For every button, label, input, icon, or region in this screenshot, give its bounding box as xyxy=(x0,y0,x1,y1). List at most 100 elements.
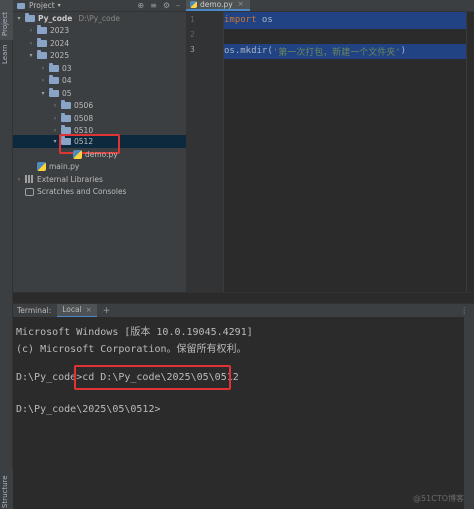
project-path: D:\Py_code xyxy=(78,13,120,23)
terminal-output[interactable]: Microsoft Windows [版本 10.0.19045.4291] (… xyxy=(13,317,474,509)
tree-item-2023[interactable]: › 2023 xyxy=(13,25,186,38)
chevron-down-icon[interactable]: ▾ xyxy=(58,2,61,9)
tree-item-label: Py_code xyxy=(38,13,73,23)
tree-item-label: demo.py xyxy=(85,149,118,159)
collapse-icon[interactable]: ≡ xyxy=(150,1,157,10)
folder-icon xyxy=(49,75,59,85)
line-number: 1 xyxy=(190,15,195,24)
tree-item-label: main.py xyxy=(49,162,80,172)
tree-item-0506[interactable]: › 0506 xyxy=(13,100,186,113)
chevron-right-icon[interactable]: › xyxy=(51,127,59,134)
tree-item-0508[interactable]: › 0508 xyxy=(13,112,186,125)
code-line-1[interactable]: import os xyxy=(224,13,273,27)
chevron-down-icon[interactable]: ▾ xyxy=(27,52,35,59)
tree-item-label: External Libraries xyxy=(37,174,103,184)
editor-right-strip xyxy=(466,12,474,292)
terminal-line: Microsoft Windows [版本 10.0.19045.4291] xyxy=(16,327,253,338)
library-icon xyxy=(25,175,34,184)
tree-item-label: 03 xyxy=(62,63,72,73)
python-file-icon xyxy=(37,162,46,172)
identifier: os xyxy=(256,15,273,25)
annotation-box xyxy=(74,365,231,390)
watermark: @51CTO博客 xyxy=(413,494,464,503)
tree-item-label: 2023 xyxy=(50,26,70,36)
tree-item-label: 0506 xyxy=(74,101,94,111)
folder-icon xyxy=(61,112,71,122)
terminal-line: (c) Microsoft Corporation。保留所有权利。 xyxy=(16,344,247,355)
line-gutter: 1 2 3 xyxy=(186,12,224,292)
project-tool-label: Project xyxy=(1,12,9,36)
folder-icon xyxy=(25,12,35,22)
folder-icon xyxy=(37,37,47,47)
tree-item-scratches[interactable]: Scratches and Consoles xyxy=(13,186,186,199)
project-panel: Project ▾ ⊕ ≡ ⚙ – ▾ Py_code D:\Py_code ›… xyxy=(13,0,186,292)
folder-icon xyxy=(49,87,59,97)
tool-window-strip: Project Learn Structure xyxy=(0,0,13,509)
terminal-prompt[interactable]: D:\Py_code\2025\05\0512> xyxy=(16,404,161,415)
structure-tool-label: Structure xyxy=(1,475,9,508)
tree-item-label: Scratches and Consoles xyxy=(37,187,127,197)
folder-icon xyxy=(37,25,47,35)
tab-label: Local xyxy=(62,305,82,314)
chevron-right-icon[interactable]: › xyxy=(39,65,47,72)
tree-item-05[interactable]: ▾ 05 xyxy=(13,87,186,100)
panel-separator[interactable] xyxy=(13,292,474,303)
close-icon[interactable]: × xyxy=(86,306,92,314)
tree-item-label: 2024 xyxy=(50,38,70,48)
chevron-down-icon[interactable]: ▾ xyxy=(39,90,47,97)
string-literal: '第一次打包，新建一个文件夹' xyxy=(272,47,401,58)
tree-item-label: 0508 xyxy=(74,113,94,123)
project-panel-header: Project ▾ ⊕ ≡ ⚙ – xyxy=(13,0,186,12)
chevron-right-icon[interactable]: › xyxy=(27,40,35,47)
chevron-down-icon[interactable]: ▾ xyxy=(15,15,23,22)
python-file-icon xyxy=(73,149,82,159)
line-number: 2 xyxy=(190,30,195,39)
tree-item-external-libraries[interactable]: › External Libraries xyxy=(13,173,186,186)
tree-item-label: 05 xyxy=(62,88,72,98)
paren: ) xyxy=(400,46,407,56)
folder-icon xyxy=(61,100,71,110)
add-icon[interactable]: + xyxy=(103,306,111,316)
terminal-title: Terminal: xyxy=(17,306,52,315)
tree-item-label: 04 xyxy=(62,76,72,86)
tree-item-03[interactable]: › 03 xyxy=(13,62,186,75)
learn-tool-label[interactable]: Learn xyxy=(1,44,9,64)
code-line-3[interactable]: os.mkdir('第一次打包，新建一个文件夹') xyxy=(224,44,406,58)
tree-item-2025[interactable]: ▾ 2025 xyxy=(13,50,186,63)
identifier: os.mkdir( xyxy=(224,46,273,56)
tab-demo-py[interactable]: demo.py × xyxy=(186,0,250,11)
tab-local[interactable]: Local × xyxy=(57,303,97,318)
add-icon[interactable]: ⊕ xyxy=(137,1,144,10)
tree-item-04[interactable]: › 04 xyxy=(13,75,186,88)
folder-icon xyxy=(37,50,47,60)
chevron-right-icon[interactable]: › xyxy=(51,115,59,122)
close-icon[interactable]: × xyxy=(238,0,244,8)
chevron-right-icon[interactable]: › xyxy=(15,176,23,183)
terminal-side-strip xyxy=(464,317,474,509)
chevron-right-icon[interactable]: › xyxy=(51,102,59,109)
terminal-header: Terminal: Local × + ⋮ xyxy=(13,303,474,318)
project-tool-tab[interactable]: Project xyxy=(0,0,13,40)
structure-tool-tab[interactable]: Structure xyxy=(0,468,13,509)
gear-icon[interactable]: ⚙ xyxy=(163,1,170,10)
keyword: import xyxy=(224,15,257,25)
python-file-icon xyxy=(190,0,197,8)
chevron-down-icon[interactable]: ▾ xyxy=(51,138,59,145)
project-view-selector[interactable]: Project xyxy=(29,1,55,10)
editor-tabs: demo.py × xyxy=(186,0,474,12)
tree-item-label: 2025 xyxy=(50,51,70,61)
tree-item-demo-py[interactable]: demo.py xyxy=(13,148,186,161)
scratch-icon xyxy=(25,187,34,196)
tab-label: demo.py xyxy=(200,0,233,9)
folder-icon xyxy=(49,62,59,72)
chevron-right-icon[interactable]: › xyxy=(39,77,47,84)
tree-item-main-py[interactable]: main.py xyxy=(13,161,186,174)
folder-icon xyxy=(17,2,25,9)
more-icon[interactable]: ⋮ xyxy=(461,306,474,315)
tree-item-py-code[interactable]: ▾ Py_code D:\Py_code xyxy=(13,12,186,25)
chevron-right-icon[interactable]: › xyxy=(27,27,35,34)
code-editor: demo.py × 1 2 3 import os os.mkdir('第一次打… xyxy=(186,0,474,292)
tree-item-2024[interactable]: › 2024 xyxy=(13,37,186,50)
line-number: 3 xyxy=(190,45,195,54)
minimize-icon[interactable]: – xyxy=(176,1,180,10)
